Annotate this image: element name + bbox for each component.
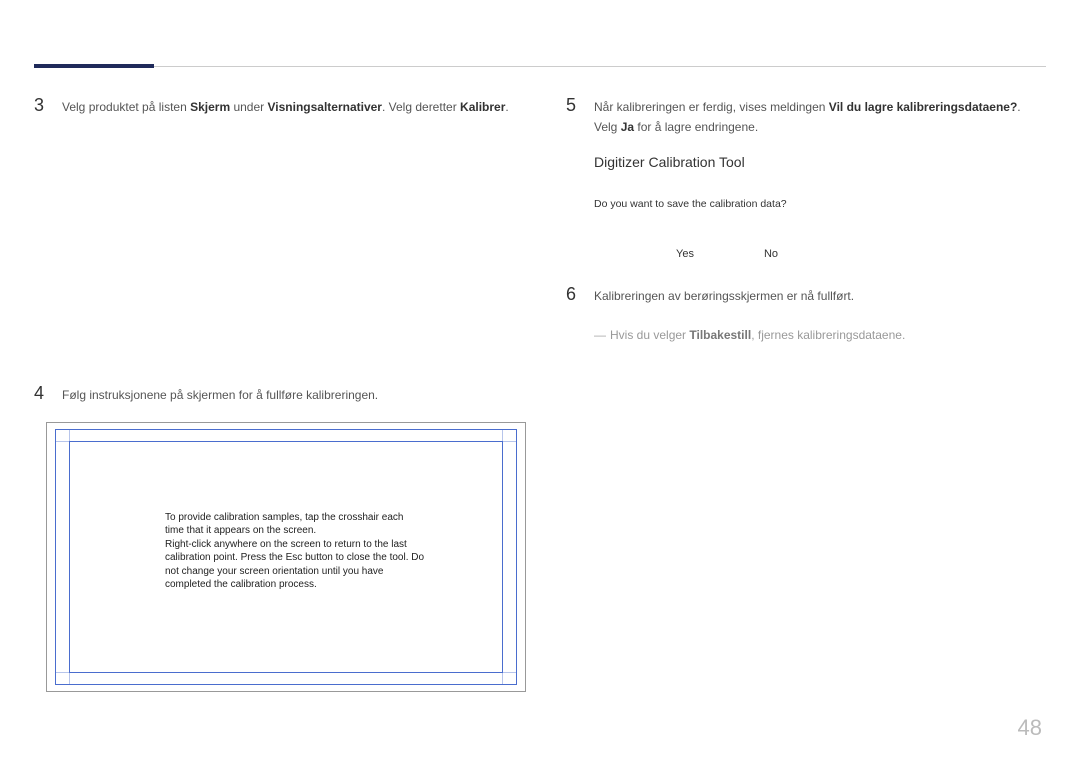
bold: Kalibrer (460, 100, 505, 114)
calibration-screen-diagram: To provide calibration samples, tap the … (46, 422, 526, 692)
step-4: 4 Følg instruksjonene på skjermen for å … (34, 383, 526, 405)
step-number: 3 (34, 95, 46, 117)
yes-button[interactable]: Yes (676, 248, 694, 260)
t: under (230, 100, 267, 114)
bold: Vil du lagre kalibreringsdataene? (829, 100, 1018, 114)
t: . Velg deretter (382, 100, 460, 114)
header-accent (34, 64, 154, 68)
note-dash-icon: ― (594, 326, 606, 345)
t: Velg produktet på listen (62, 100, 190, 114)
t: Når kalibreringen er ferdig, vises meldi… (594, 100, 829, 114)
header-divider (34, 66, 1046, 67)
page-number: 48 (1018, 715, 1042, 741)
step-text: Når kalibreringen er ferdig, vises meldi… (594, 95, 1046, 138)
save-dialog: Digitizer Calibration Tool Do you want t… (594, 154, 934, 260)
right-column: 5 Når kalibreringen er ferdig, vises mel… (566, 95, 1046, 692)
step-number: 4 (34, 383, 46, 405)
t: . (505, 100, 508, 114)
step-text: Velg produktet på listen Skjerm under Vi… (62, 95, 509, 117)
t: for å lagre endringene. (634, 120, 758, 134)
step-5: 5 Når kalibreringen er ferdig, vises mel… (566, 95, 1046, 138)
left-column: 3 Velg produktet på listen Skjerm under … (34, 95, 526, 692)
bold: Ja (621, 120, 634, 134)
step-number: 5 (566, 95, 578, 117)
step-3: 3 Velg produktet på listen Skjerm under … (34, 95, 526, 117)
step-6: 6 Kalibreringen av berøringsskjermen er … (566, 284, 1046, 306)
step-text: Kalibreringen av berøringsskjermen er nå… (594, 284, 854, 306)
dialog-title: Digitizer Calibration Tool (594, 154, 934, 170)
bold: Tilbakestill (689, 328, 751, 342)
bold: Skjerm (190, 100, 230, 114)
dialog-buttons: Yes No (676, 248, 934, 260)
footnote: ― Hvis du velger Tilbakestill, fjernes ka… (594, 326, 1046, 345)
step-text: Følg instruksjonene på skjermen for å fu… (62, 383, 378, 405)
dialog-question: Do you want to save the calibration data… (594, 198, 934, 210)
t: Hvis du velger (610, 328, 689, 342)
no-button[interactable]: No (764, 248, 778, 260)
bold: Visningsalternativer (267, 100, 382, 114)
calibration-instruction-text: To provide calibration samples, tap the … (165, 511, 425, 592)
t: , fjernes kalibreringsdataene. (751, 328, 905, 342)
columns: 3 Velg produktet på listen Skjerm under … (34, 95, 1046, 692)
step-number: 6 (566, 284, 578, 306)
